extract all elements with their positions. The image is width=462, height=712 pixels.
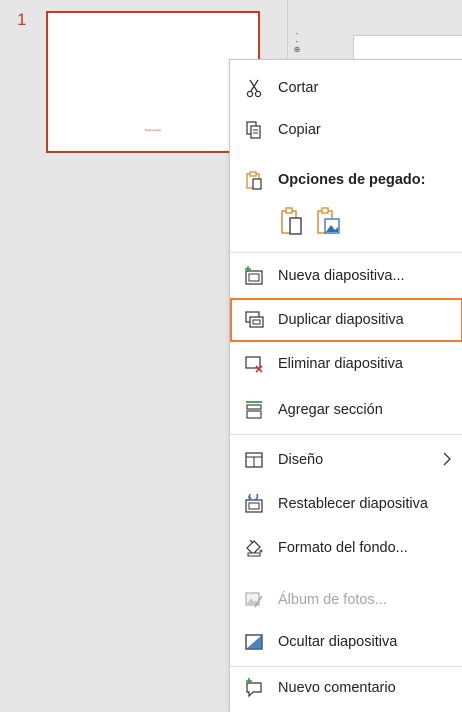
menu-item-label: Nueva diapositiva... <box>278 268 405 284</box>
slide-thumbnail-1[interactable]: Rosenrosée <box>46 11 260 153</box>
menu-item-new-comment[interactable]: Nuevo comentario <box>230 668 462 708</box>
context-menu: Cortar Copiar Opciones de pegado: Nueva … <box>229 59 462 712</box>
paste-keep-icon[interactable] <box>280 206 304 236</box>
menu-item-label: Cortar <box>278 80 319 96</box>
menu-item-duplicate-slide[interactable]: Duplicar diapositiva <box>230 298 462 342</box>
reset-slide-icon <box>245 494 263 513</box>
menu-item-format-background[interactable]: Formato del fondo... <box>230 528 462 568</box>
menu-item-delete-slide[interactable]: Eliminar diapositiva <box>230 344 462 384</box>
format-background-icon <box>246 539 263 557</box>
chevron-right-icon <box>443 452 451 466</box>
menu-item-label: Formato del fondo... <box>278 540 408 556</box>
scissors-icon <box>246 79 262 98</box>
menu-item-copy[interactable]: Copiar <box>230 110 462 150</box>
clipboard-icon <box>246 171 262 190</box>
menu-separator <box>230 252 462 253</box>
menu-item-layout[interactable]: Diseño <box>230 440 462 480</box>
new-comment-icon <box>246 678 262 698</box>
hide-slide-icon <box>245 634 263 650</box>
menu-item-label: Opciones de pegado: <box>278 172 426 188</box>
menu-separator <box>230 666 462 667</box>
menu-item-label: Nuevo comentario <box>278 680 396 696</box>
menu-item-label: Álbum de fotos... <box>278 592 387 608</box>
menu-item-label: Ocultar diapositiva <box>278 634 398 650</box>
menu-separator <box>230 434 462 435</box>
slide-thumbnail-caption: Rosenrosée <box>144 128 162 132</box>
menu-item-new-slide[interactable]: Nueva diapositiva... <box>230 256 462 296</box>
add-section-icon <box>246 401 262 419</box>
menu-item-reset-slide[interactable]: Restablecer diapositiva <box>230 484 462 524</box>
photo-album-icon <box>245 592 263 608</box>
new-slide-icon <box>245 266 263 285</box>
menu-item-label: Restablecer diapositiva <box>278 496 428 512</box>
menu-item-hide-slide[interactable]: Ocultar diapositiva <box>230 622 462 662</box>
duplicate-slide-icon <box>245 311 264 328</box>
paste-options-row <box>278 202 398 242</box>
copy-icon <box>246 121 261 139</box>
menu-header-paste-options: Opciones de pegado: <box>230 160 462 200</box>
menu-item-label: Agregar sección <box>278 402 383 418</box>
menu-item-label: Eliminar diapositiva <box>278 356 403 372</box>
menu-item-add-section[interactable]: Agregar sección <box>230 390 462 430</box>
paste-picture-icon[interactable] <box>316 206 342 236</box>
delete-slide-icon <box>245 356 263 373</box>
layout-icon <box>245 452 263 468</box>
menu-item-photo-album: Álbum de fotos... <box>230 580 462 620</box>
menu-item-label: Duplicar diapositiva <box>278 312 404 328</box>
menu-item-label: Copiar <box>278 122 321 138</box>
slide-number: 1 <box>17 10 27 29</box>
menu-item-label: Diseño <box>278 452 324 468</box>
menu-item-cut[interactable]: Cortar <box>230 68 462 108</box>
